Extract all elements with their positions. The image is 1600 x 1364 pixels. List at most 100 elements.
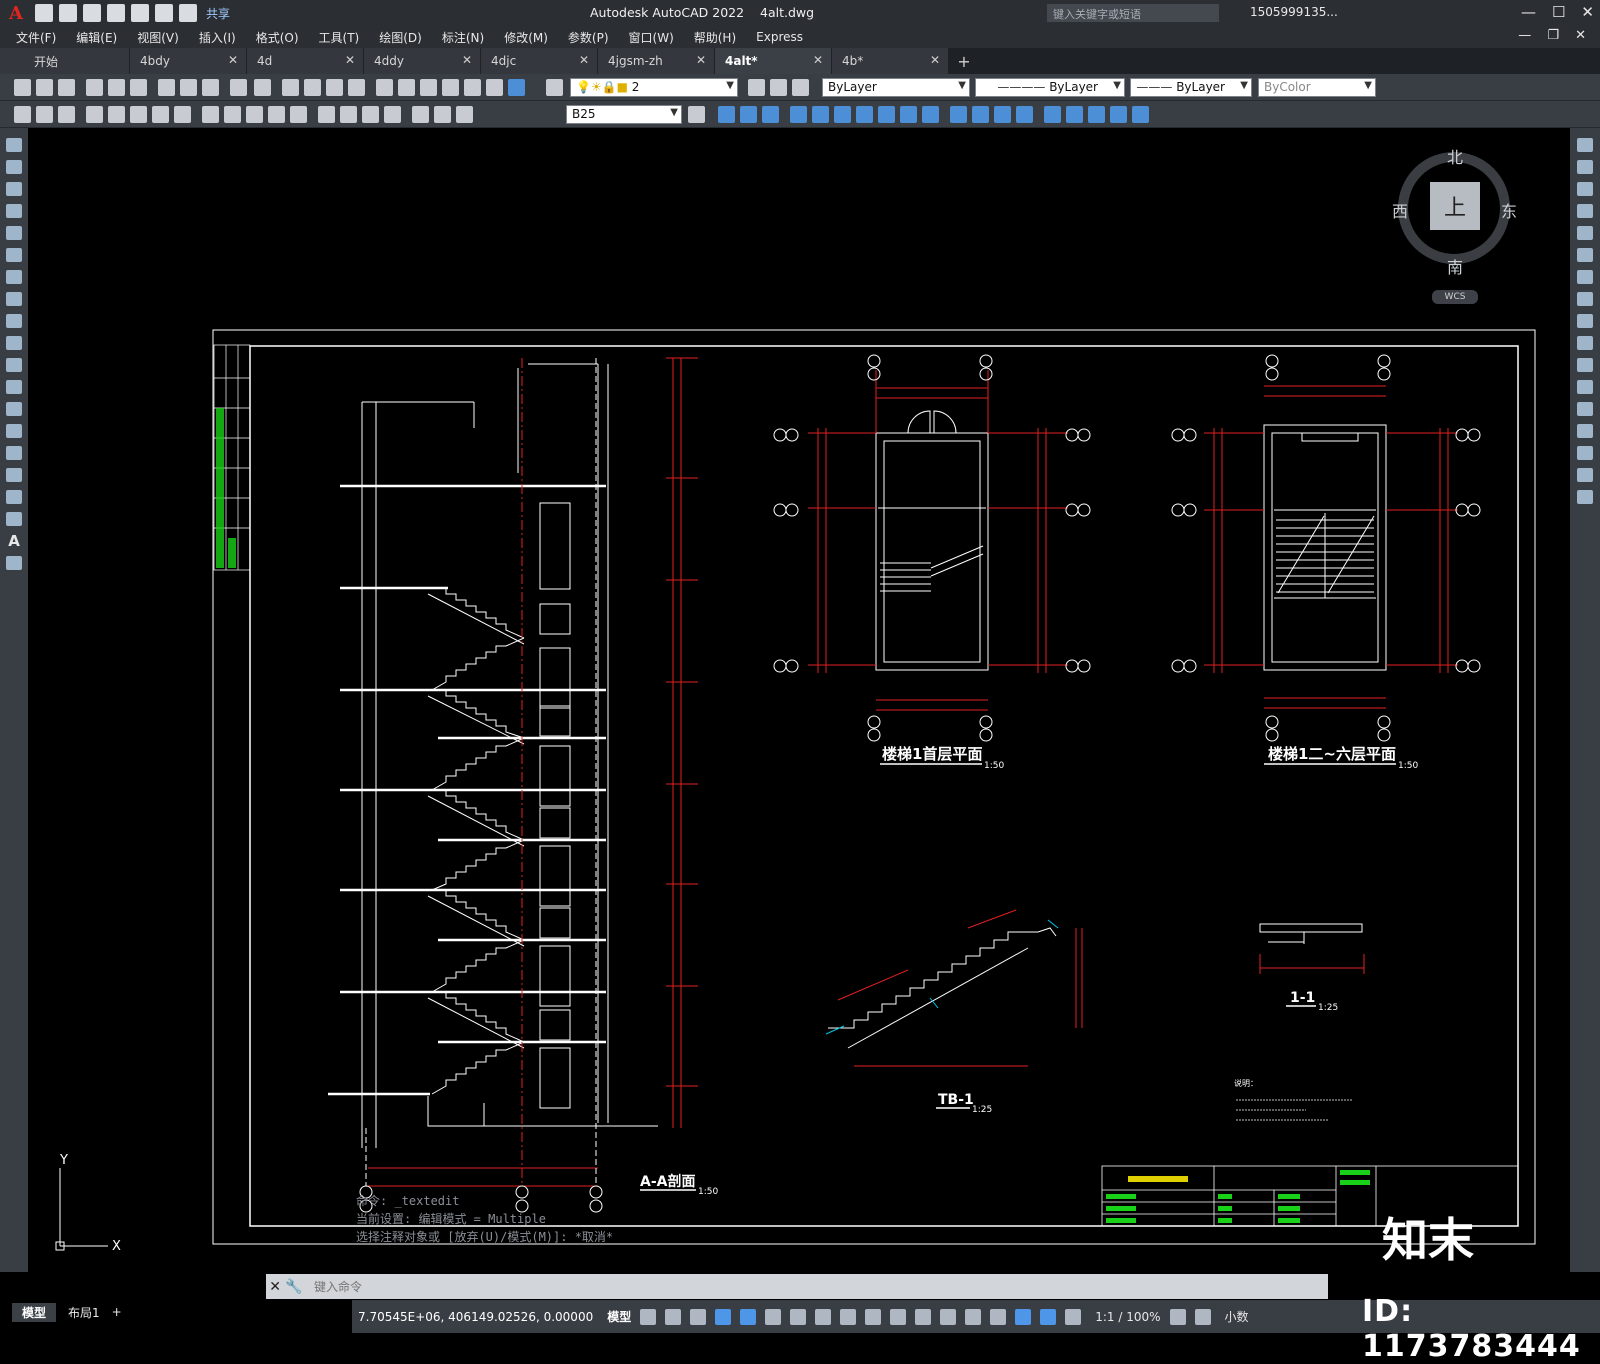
menu-draw[interactable]: 绘图(D) <box>379 29 422 46</box>
trim-icon[interactable] <box>1577 336 1593 350</box>
calculator-icon[interactable] <box>486 79 503 96</box>
add-layout-button[interactable]: + <box>112 1305 122 1319</box>
object-snap-tracking-icon[interactable] <box>815 1308 832 1325</box>
model-space-toggle[interactable]: 模型 <box>607 1308 631 1325</box>
scale-icon[interactable] <box>1577 292 1593 306</box>
linetype-dropdown[interactable]: ———— ByLayer ▼ <box>975 78 1125 97</box>
3d-osnap-icon[interactable] <box>940 1308 957 1325</box>
color-dropdown[interactable]: ByLayer ▼ <box>822 78 970 97</box>
explode-icon[interactable] <box>1577 490 1593 504</box>
tab-model[interactable]: 模型 <box>12 1302 57 1322</box>
solid-box-icon[interactable] <box>718 106 735 123</box>
redo-icon[interactable] <box>179 4 197 22</box>
menu-window[interactable]: 窗口(W) <box>629 29 674 46</box>
coordinate-readout[interactable]: 7.70545E+06, 406149.02526, 0.00000 <box>358 1310 593 1324</box>
viewcube-east[interactable]: 东 <box>1501 198 1517 222</box>
rectangle-icon[interactable] <box>6 226 22 240</box>
isodraft-icon[interactable] <box>790 1308 807 1325</box>
tab-4bdy[interactable]: 4bdy ✕ <box>130 48 247 74</box>
tab-4b[interactable]: 4b* ✕ <box>832 48 949 74</box>
offset-icon[interactable] <box>1577 204 1593 218</box>
transparency-icon[interactable] <box>890 1308 907 1325</box>
imprint-icon[interactable] <box>1066 106 1083 123</box>
dim-update-icon[interactable] <box>456 106 473 123</box>
minimize-button[interactable]: — <box>1521 3 1536 21</box>
menu-parametric[interactable]: 参数(P) <box>568 29 609 46</box>
redo-icon[interactable] <box>254 79 271 96</box>
properties-icon[interactable] <box>376 79 393 96</box>
linear-dim-icon[interactable] <box>14 106 31 123</box>
menu-modify[interactable]: 修改(M) <box>504 29 548 46</box>
annotation-visibility-icon[interactable] <box>1040 1308 1057 1325</box>
jogged-linear-icon[interactable] <box>384 106 401 123</box>
polygon-icon[interactable] <box>6 204 22 218</box>
paste-icon[interactable] <box>202 79 219 96</box>
menu-file[interactable]: 文件(F) <box>16 29 56 46</box>
auto-scale-icon[interactable] <box>1065 1308 1082 1325</box>
open-icon[interactable] <box>36 79 53 96</box>
fillet-icon[interactable] <box>1577 446 1593 460</box>
open-file-icon[interactable] <box>59 4 77 22</box>
share-button[interactable]: 共享 <box>206 5 230 22</box>
revolve-icon[interactable] <box>878 106 895 123</box>
save-as-icon[interactable] <box>107 4 125 22</box>
tab-4jgsm-zh[interactable]: 4jgsm-zh ✕ <box>598 48 715 74</box>
grid-icon[interactable] <box>640 1308 657 1325</box>
diameter-dim-icon[interactable] <box>152 106 169 123</box>
tolerance-icon[interactable] <box>318 106 335 123</box>
wcs-menu[interactable]: WCS <box>1432 290 1478 304</box>
intersect-icon[interactable] <box>994 106 1011 123</box>
break-icon[interactable] <box>1577 380 1593 394</box>
viewcube-north[interactable]: 北 <box>1447 144 1463 168</box>
tab-start[interactable]: 开始 <box>0 48 130 74</box>
maximize-button[interactable]: ☐ <box>1552 3 1565 21</box>
close-icon[interactable]: ✕ <box>228 53 238 67</box>
preview-icon[interactable] <box>108 79 125 96</box>
tab-4ddy[interactable]: 4ddy ✕ <box>364 48 481 74</box>
insert-block-icon[interactable] <box>6 380 22 394</box>
close-icon[interactable]: ✕ 🔧 <box>266 1279 306 1295</box>
dim-break-icon[interactable] <box>290 106 307 123</box>
tab-4alt[interactable]: 4alt* ✕ <box>715 48 832 74</box>
publish-icon[interactable] <box>130 79 147 96</box>
plot-icon[interactable] <box>86 79 103 96</box>
pan-icon[interactable] <box>282 79 299 96</box>
viewcube-top-face[interactable]: 上 <box>1430 182 1480 230</box>
user-account[interactable]: 1505999135... <box>1250 5 1338 19</box>
help-icon[interactable] <box>508 79 525 96</box>
workspace-gear-icon[interactable] <box>1169 1308 1186 1325</box>
menu-edit[interactable]: 编辑(E) <box>76 29 117 46</box>
dim-space-icon[interactable] <box>268 106 285 123</box>
point-icon[interactable] <box>6 424 22 438</box>
separate-icon[interactable] <box>1110 106 1127 123</box>
solid-sphere-icon[interactable] <box>790 106 807 123</box>
lineweight-icon[interactable] <box>865 1308 882 1325</box>
menu-help[interactable]: 帮助(H) <box>694 29 736 46</box>
dim-edit-icon[interactable] <box>412 106 429 123</box>
chamfer-icon[interactable] <box>1577 424 1593 438</box>
drawing-viewport[interactable]: A-A剖面 1:50 楼梯1首层平面 1:50 楼梯1二~六层平面 1:50 T… <box>28 128 1570 1272</box>
annotation-monitor-icon[interactable] <box>1194 1308 1211 1325</box>
sweep-icon[interactable] <box>900 106 917 123</box>
search-input[interactable]: 键入关键字或短语 <box>1047 4 1219 22</box>
solid-cylinder-icon[interactable] <box>812 106 829 123</box>
save-icon[interactable] <box>58 79 75 96</box>
autocad-logo-icon[interactable]: A <box>0 0 32 26</box>
spline-icon[interactable] <box>6 314 22 328</box>
mirror-icon[interactable] <box>1577 182 1593 196</box>
angular-dim-icon[interactable] <box>174 106 191 123</box>
solid-cone-icon[interactable] <box>762 106 779 123</box>
extend-icon[interactable] <box>1577 358 1593 372</box>
quick-dim-icon[interactable] <box>202 106 219 123</box>
dynamic-ucs-icon[interactable] <box>965 1308 982 1325</box>
arc-length-icon[interactable] <box>58 106 75 123</box>
infer-constraints-icon[interactable] <box>690 1308 707 1325</box>
viewcube-west[interactable]: 西 <box>1392 198 1408 222</box>
make-block-icon[interactable] <box>6 402 22 416</box>
lineweight-dropdown[interactable]: ——— ByLayer ▼ <box>1130 78 1252 97</box>
gradient-icon[interactable] <box>6 468 22 482</box>
slice-icon[interactable] <box>1016 106 1033 123</box>
revcloud-icon[interactable] <box>6 292 22 306</box>
tab-4d[interactable]: 4d ✕ <box>247 48 364 74</box>
ortho-icon[interactable] <box>740 1308 757 1325</box>
